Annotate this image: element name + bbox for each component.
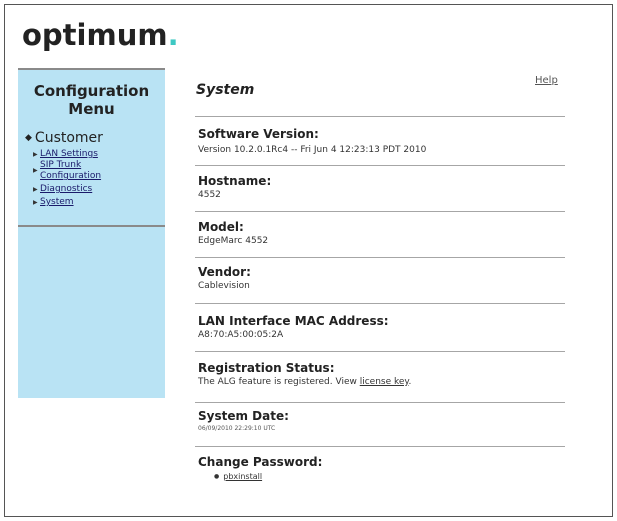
software-version-label: Software Version:: [198, 127, 319, 141]
divider: [195, 211, 565, 212]
diamond-bullet-icon: ◆: [25, 133, 32, 143]
system-date-label: System Date:: [198, 409, 289, 423]
divider: [195, 351, 565, 352]
sidebar-title-line1: Configuration: [33, 82, 150, 100]
model-value: EdgeMarc 4552: [198, 236, 269, 246]
sidebar-item-diagnostics[interactable]: Diagnostics: [40, 184, 92, 194]
mac-address-value: A8:70:A5:00:05:2A: [198, 330, 284, 340]
divider: [195, 303, 565, 304]
divider: [195, 116, 565, 117]
vendor-value: Cablevision: [198, 281, 250, 291]
sidebar-title: Configuration Menu: [18, 82, 165, 118]
triangle-right-icon: ▶: [33, 186, 38, 193]
divider: [195, 165, 565, 166]
hostname-value: 4552: [198, 190, 221, 200]
help-link[interactable]: Help: [535, 75, 558, 86]
system-date-value: 06/09/2010 22:29:10 UTC: [198, 425, 276, 432]
change-password-label: Change Password:: [198, 455, 323, 469]
configuration-menu-sidebar: Configuration Menu ◆ Customer ▶ LAN Setti…: [18, 68, 165, 398]
triangle-right-icon: ▶: [33, 167, 38, 174]
sidebar-item-system[interactable]: System: [40, 197, 74, 207]
divider: [195, 446, 565, 447]
software-version-value: Version 10.2.0.1Rc4 -- Fri Jun 4 12:23:1…: [198, 145, 427, 155]
model-label: Model:: [198, 220, 244, 234]
divider: [195, 402, 565, 403]
customer-label: Customer: [34, 130, 103, 146]
password-list-item: ● pbxinstall: [214, 472, 262, 481]
bullet-icon: ●: [214, 473, 220, 480]
registration-status-text: The ALG feature is registered. View: [198, 377, 360, 387]
logo-text: optimum: [22, 18, 168, 52]
vendor-label: Vendor:: [198, 265, 251, 279]
registration-status-value: The ALG feature is registered. View lice…: [198, 377, 411, 387]
sidebar-item-sip-trunk-line2[interactable]: Configuration: [40, 171, 101, 181]
registration-status-label: Registration Status:: [198, 361, 335, 375]
license-key-link[interactable]: license key: [360, 377, 409, 387]
page-title: System: [196, 82, 255, 98]
registration-status-suffix: .: [408, 377, 412, 387]
triangle-right-icon: ▶: [33, 199, 38, 206]
sidebar-title-line2: Menu: [68, 100, 115, 118]
divider: [195, 257, 565, 258]
optimum-logo: optimum.: [22, 18, 179, 52]
customer-section: ◆ Customer: [25, 130, 103, 146]
pbxinstall-link[interactable]: pbxinstall: [223, 472, 262, 481]
logo-dot: .: [167, 18, 179, 52]
sidebar-item-sip-trunk-line1[interactable]: SIP Trunk: [40, 160, 81, 170]
sidebar-item-lan-settings[interactable]: LAN Settings: [40, 149, 98, 159]
triangle-right-icon: ▶: [33, 151, 38, 158]
hostname-label: Hostname:: [198, 174, 272, 188]
mac-address-label: LAN Interface MAC Address:: [198, 314, 389, 328]
sidebar-divider: [18, 225, 165, 227]
